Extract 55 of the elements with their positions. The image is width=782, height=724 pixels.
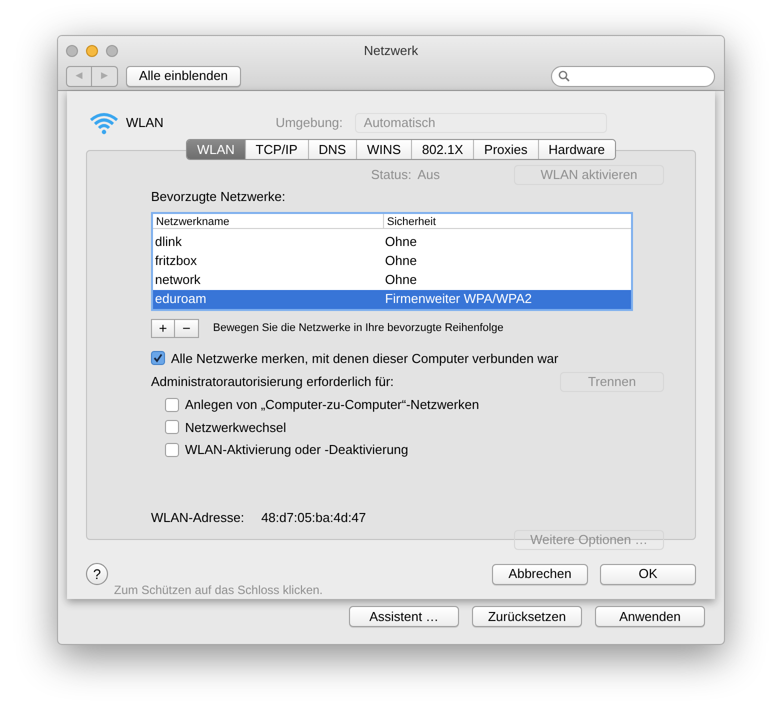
zoom-button[interactable]: [106, 44, 118, 57]
order-hint: Bewegen Sie die Netzwerke in Ihre bevorzugte Reihenfolge: [213, 320, 504, 336]
checkbox-label: Anlegen von „Computer-zu-Computer“-Netzwerken: [185, 396, 480, 414]
minimize-button[interactable]: [86, 44, 98, 57]
lock-hint: Zum Schützen auf das Schloss klicken.: [114, 582, 323, 599]
location-label: Umgebung:: [276, 114, 343, 132]
checkbox[interactable]: [151, 351, 165, 366]
tab[interactable]: Proxies: [473, 140, 538, 159]
help-button[interactable]: ?: [86, 563, 108, 585]
address-label: WLAN-Adresse:: [151, 508, 244, 526]
status-label: Status:: [371, 166, 412, 184]
window-action-button[interactable]: Zurücksetzen: [472, 606, 582, 627]
checkbox-label: WLAN-Aktivierung oder -Deaktivierung: [185, 441, 408, 459]
network-security: Ohne: [385, 233, 417, 252]
preferred-title: Bevorzugte Netzwerke:: [151, 188, 286, 206]
window-action-button[interactable]: Assistent …: [349, 606, 459, 627]
wifi-icon: [88, 110, 120, 134]
network-row[interactable]: eduroam Firmenweiter WPA/WPA2: [153, 290, 631, 308]
search-field[interactable]: [551, 66, 715, 86]
checkbox[interactable]: [165, 420, 179, 434]
tab[interactable]: TCP/IP: [244, 140, 308, 159]
column-header[interactable]: Sicherheit: [384, 214, 436, 228]
tab[interactable]: Hardware: [538, 140, 615, 159]
network-name: eduroam: [154, 290, 208, 308]
network-row[interactable]: dlink Ohne: [153, 232, 631, 252]
window-action-button[interactable]: Anwenden: [595, 606, 705, 627]
ok-button[interactable]: OK: [600, 564, 696, 584]
column-header[interactable]: Netzwerkname: [153, 214, 384, 228]
tab[interactable]: WLAN: [187, 140, 245, 159]
network-name: dlink: [154, 233, 183, 252]
network-security: Ohne: [385, 271, 417, 290]
network-row[interactable]: fritzbox Ohne: [153, 252, 631, 270]
add-button[interactable]: +: [151, 318, 175, 338]
checkbox[interactable]: [165, 398, 179, 412]
network-security: Firmenweiter WPA/WPA2: [385, 290, 532, 308]
close-button[interactable]: [66, 44, 78, 57]
service-name: WLAN: [126, 114, 164, 132]
network-security: Ohne: [385, 252, 417, 270]
tab[interactable]: DNS: [308, 140, 356, 159]
network-name: fritzbox: [154, 252, 198, 270]
search-icon: [558, 70, 570, 82]
remove-button[interactable]: −: [175, 318, 199, 338]
checkbox-label: Alle Netzwerke merken, mit denen dieser Computer verbunden war: [171, 350, 558, 368]
checkbox[interactable]: [165, 442, 179, 457]
network-name: network: [154, 271, 202, 290]
network-row[interactable]: network Ohne: [153, 270, 631, 290]
tab[interactable]: 802.1X: [410, 140, 474, 159]
show-all-button[interactable]: Alle einblenden: [126, 66, 241, 86]
window-title: Netzwerk: [364, 42, 418, 60]
address-value: 48:d7:05:ba:4d:47: [261, 508, 366, 526]
admin-title: Administratorautorisierung erforderlich für:: [151, 373, 394, 392]
checkbox-label: Netzwerkwechsel: [185, 418, 286, 436]
cancel-button[interactable]: Abbrechen: [492, 564, 588, 584]
tab[interactable]: WINS: [356, 140, 411, 159]
status-value: Aus: [417, 166, 440, 184]
